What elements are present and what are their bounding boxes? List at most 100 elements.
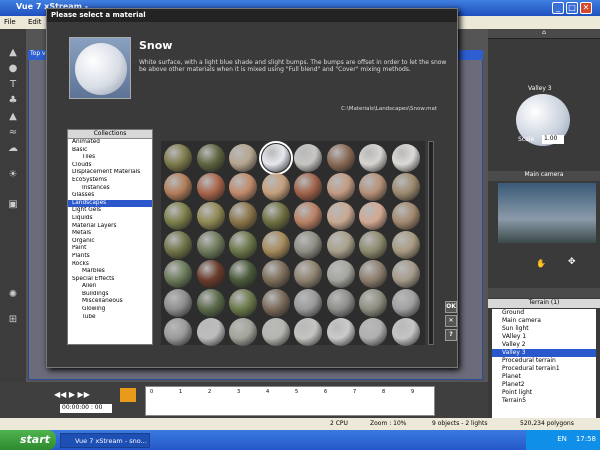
material-swatch[interactable] xyxy=(261,318,290,346)
plant-tool-icon[interactable]: ♣ xyxy=(6,95,20,107)
material-tab[interactable]: ⌂ xyxy=(488,29,600,39)
material-swatch[interactable] xyxy=(164,289,192,317)
text-tool-icon[interactable]: T xyxy=(6,79,20,91)
collection-item[interactable]: Glasses xyxy=(68,192,152,200)
object-item[interactable]: Sun light xyxy=(492,325,596,333)
object-item[interactable]: VAlley 1 xyxy=(492,333,596,341)
object-item[interactable]: Planet xyxy=(492,373,596,381)
start-button[interactable]: start xyxy=(0,430,56,450)
material-swatch[interactable] xyxy=(391,289,420,317)
collection-item[interactable]: Miscellaneous xyxy=(68,298,152,306)
material-swatch[interactable] xyxy=(196,202,225,230)
object-item[interactable]: Ground xyxy=(492,309,596,317)
sphere-tool-icon[interactable]: ● xyxy=(6,63,20,75)
material-swatch[interactable] xyxy=(326,202,355,230)
grid-scrollbar[interactable] xyxy=(428,141,434,345)
material-swatch[interactable] xyxy=(196,231,225,259)
collection-item[interactable]: Light Gels xyxy=(68,207,152,215)
material-swatch[interactable] xyxy=(391,173,420,201)
material-swatch[interactable] xyxy=(164,173,192,201)
material-swatch[interactable] xyxy=(196,318,225,346)
material-swatch[interactable] xyxy=(196,289,225,317)
collection-item[interactable]: EcoSystems xyxy=(68,177,152,185)
object-item[interactable]: Planet2 xyxy=(492,381,596,389)
collection-item[interactable]: Landscapes xyxy=(68,199,152,208)
camera-hand-icon[interactable]: ✋ xyxy=(536,259,546,268)
collection-item[interactable]: Glowing xyxy=(68,306,152,314)
collection-item[interactable]: Marbles xyxy=(68,268,152,276)
material-swatch[interactable] xyxy=(261,173,290,201)
material-swatch[interactable] xyxy=(229,202,257,230)
material-swatch[interactable] xyxy=(196,144,225,172)
select-tool-icon[interactable]: ▲ xyxy=(6,47,20,59)
material-swatch[interactable] xyxy=(294,289,322,317)
collection-item[interactable]: Buildings xyxy=(68,291,152,299)
time-ruler[interactable]: 0 1 2 3 4 5 6 7 8 9 xyxy=(145,386,435,416)
material-swatch[interactable] xyxy=(229,173,257,201)
light-tool-icon[interactable]: ☀ xyxy=(6,169,20,181)
playback-controls[interactable]: ◀◀ ▶ ▶▶ xyxy=(54,390,90,399)
collection-item[interactable]: Organic xyxy=(68,238,152,246)
material-swatch[interactable] xyxy=(229,289,257,317)
material-swatch[interactable] xyxy=(359,231,387,259)
material-swatch[interactable] xyxy=(326,289,355,317)
material-swatch[interactable] xyxy=(391,318,420,346)
material-swatch[interactable] xyxy=(391,202,420,230)
collection-item[interactable]: Special Effects xyxy=(68,276,152,284)
material-swatch[interactable] xyxy=(294,318,322,346)
minimize-button[interactable]: _ xyxy=(552,2,564,14)
group-tool-icon[interactable]: ⊞ xyxy=(6,314,20,326)
cancel-button[interactable]: ✕ xyxy=(445,315,457,327)
keyframe-icon[interactable] xyxy=(120,388,136,402)
material-swatch[interactable] xyxy=(326,231,355,259)
close-button[interactable]: ✕ xyxy=(580,2,592,14)
collection-item[interactable]: Instances xyxy=(68,185,152,193)
material-swatch[interactable] xyxy=(261,202,290,230)
object-item[interactable]: Valley 2 xyxy=(492,341,596,349)
material-swatch[interactable] xyxy=(229,144,257,172)
camera-move-icon[interactable]: ✥ xyxy=(568,257,576,267)
material-swatch[interactable] xyxy=(261,260,290,288)
material-swatch[interactable] xyxy=(258,141,293,175)
material-swatch[interactable] xyxy=(359,173,387,201)
material-swatch[interactable] xyxy=(391,260,420,288)
object-item[interactable]: Point light xyxy=(492,389,596,397)
scale-input[interactable]: 1.00 xyxy=(542,135,564,144)
material-swatch[interactable] xyxy=(294,231,322,259)
material-swatch[interactable] xyxy=(294,260,322,288)
material-swatch[interactable] xyxy=(326,173,355,201)
material-swatch[interactable] xyxy=(359,289,387,317)
material-swatch[interactable] xyxy=(294,144,322,172)
object-item[interactable]: Main camera xyxy=(492,317,596,325)
material-swatch[interactable] xyxy=(196,173,225,201)
collection-item[interactable]: Tiles xyxy=(68,154,152,162)
material-swatch[interactable] xyxy=(391,231,420,259)
material-swatch[interactable] xyxy=(359,318,387,346)
collection-item[interactable]: Alien xyxy=(68,283,152,291)
task-vue[interactable]: Vue 7 xStream - sno... xyxy=(60,433,150,448)
collection-item[interactable]: Rocks xyxy=(68,261,152,269)
water-tool-icon[interactable]: ≈ xyxy=(6,127,20,139)
object-item[interactable]: Terrain5 xyxy=(492,397,596,405)
material-swatch[interactable] xyxy=(261,289,290,317)
object-item[interactable]: Procedural terrain1 xyxy=(492,365,596,373)
material-swatch[interactable] xyxy=(164,231,192,259)
collection-item[interactable]: Animated xyxy=(68,139,152,147)
collection-item[interactable]: Liquids xyxy=(68,215,152,223)
collection-item[interactable]: Tube xyxy=(68,314,152,322)
material-swatch[interactable] xyxy=(229,231,257,259)
material-swatch[interactable] xyxy=(294,173,322,201)
collection-item[interactable]: Paint xyxy=(68,245,152,253)
material-swatch[interactable] xyxy=(261,231,290,259)
time-input[interactable]: 00:00:00 : 00 xyxy=(60,404,112,413)
material-swatch[interactable] xyxy=(229,318,257,346)
cloud-tool-icon[interactable]: ☁ xyxy=(6,143,20,155)
material-swatch[interactable] xyxy=(326,318,355,346)
object-item[interactable]: Valley 3 xyxy=(492,349,596,357)
material-swatch[interactable] xyxy=(164,260,192,288)
collection-item[interactable]: Material Layers xyxy=(68,223,152,231)
object-item[interactable]: Procedural terrain xyxy=(492,357,596,365)
material-swatch[interactable] xyxy=(359,260,387,288)
material-swatch[interactable] xyxy=(164,318,192,346)
material-swatch[interactable] xyxy=(196,260,225,288)
